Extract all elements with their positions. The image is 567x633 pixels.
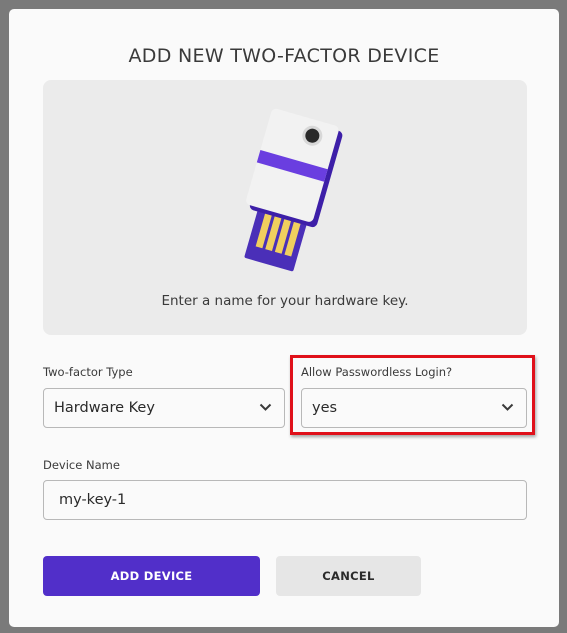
dialog-title: ADD NEW TWO-FACTOR DEVICE <box>128 45 440 67</box>
device-name-value: my-key-1 <box>59 492 127 508</box>
device-name-input[interactable]: my-key-1 <box>43 480 527 520</box>
two-factor-type-value: Hardware Key <box>54 400 155 416</box>
two-factor-type-select[interactable]: Hardware Key <box>43 388 285 428</box>
hardware-key-icon <box>244 108 343 272</box>
two-factor-type-label: Two-factor Type <box>43 365 133 379</box>
illustration-caption: Enter a name for your hardware key. <box>161 293 409 309</box>
add-device-button[interactable]: ADD DEVICE <box>43 556 260 596</box>
cancel-button[interactable]: CANCEL <box>276 556 421 596</box>
device-name-label: Device Name <box>43 458 120 472</box>
highlight-box <box>290 355 535 435</box>
illustration-panel: Enter a name for your hardware key. <box>43 80 527 335</box>
chevron-down-icon <box>259 403 272 411</box>
add-device-dialog: ADD NEW TWO-FACTOR DEVICE Enter a name f… <box>9 9 559 627</box>
